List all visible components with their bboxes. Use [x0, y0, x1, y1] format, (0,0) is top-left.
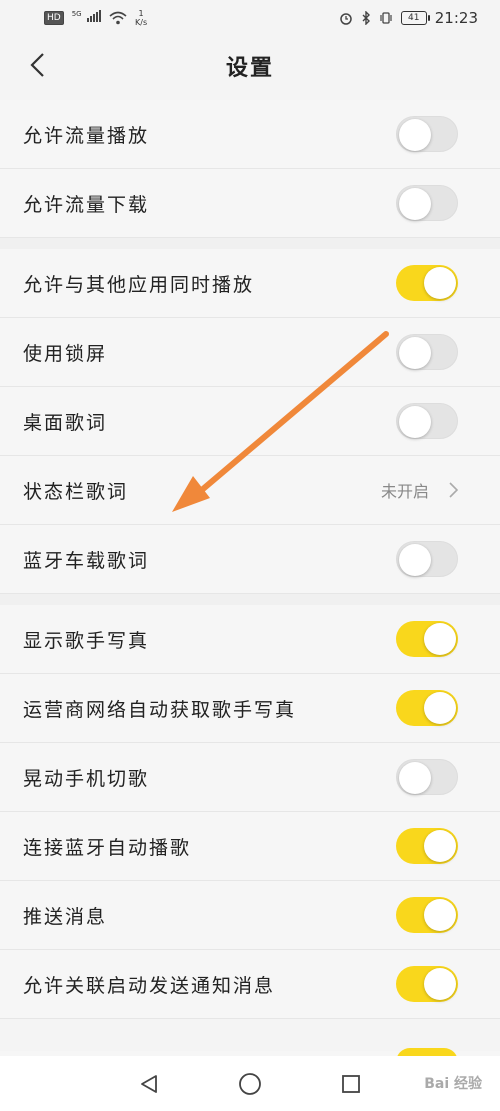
setting-row-shake-switch[interactable]: 晃动手机切歌 [0, 743, 500, 812]
setting-row-associated-launch[interactable]: 允许关联启动发送通知消息 [0, 950, 500, 1019]
setting-label: 推送消息 [23, 905, 108, 928]
header: 设置 [0, 36, 500, 96]
value-text: 未开启 [380, 482, 429, 501]
section-divider [0, 594, 500, 605]
setting-label: 晃动手机切歌 [23, 767, 150, 790]
toggle-switch[interactable] [396, 759, 458, 795]
clock: 21:23 [434, 9, 478, 27]
setting-row-statusbar-lyrics[interactable]: 状态栏歌词 未开启 [0, 456, 500, 525]
setting-row-stream-play[interactable]: 允许流量播放 [0, 100, 500, 169]
network-type: 5G [71, 10, 82, 19]
settings-list: 允许流量播放 允许流量下载 允许与其他应用同时播放 使用锁屏 桌面歌词 状态栏歌… [0, 100, 500, 1019]
alarm-icon [340, 13, 352, 25]
signal-icon: 5G [71, 10, 102, 26]
recents-nav-icon[interactable] [340, 1073, 362, 1095]
chevron-right-icon [449, 482, 458, 498]
vibrate-icon [380, 12, 392, 24]
section-divider [0, 238, 500, 249]
toggle-switch[interactable] [396, 265, 458, 301]
wifi-icon [109, 11, 127, 25]
setting-row-stream-download[interactable]: 允许流量下载 [0, 169, 500, 238]
setting-label: 桌面歌词 [23, 411, 108, 434]
setting-label: 允许流量播放 [23, 124, 150, 147]
setting-row-desktop-lyrics[interactable]: 桌面歌词 [0, 387, 500, 456]
toggle-switch[interactable] [396, 897, 458, 933]
setting-label: 允许与其他应用同时播放 [23, 273, 255, 296]
network-speed: 1 K/s [135, 9, 147, 27]
setting-row-mix-play[interactable]: 允许与其他应用同时播放 [0, 249, 500, 318]
toggle-switch[interactable] [396, 690, 458, 726]
battery-icon: 41 [400, 11, 430, 25]
status-bar: HD 5G 1 K/s 41 21:23 [0, 0, 500, 36]
speed-value: 1 [138, 9, 144, 18]
toggle-switch[interactable] [396, 334, 458, 370]
back-nav-icon[interactable] [138, 1073, 160, 1095]
setting-row-lockscreen[interactable]: 使用锁屏 [0, 318, 500, 387]
setting-value: 未开启 [381, 478, 458, 502]
toggle-switch[interactable] [396, 966, 458, 1002]
setting-label: 状态栏歌词 [23, 480, 129, 503]
toggle-switch[interactable] [396, 828, 458, 864]
setting-label: 允许流量下载 [23, 193, 150, 216]
speed-unit: K/s [135, 18, 148, 27]
home-nav-icon[interactable] [238, 1072, 262, 1096]
setting-label: 使用锁屏 [23, 342, 108, 365]
setting-row-bluetooth-autoplay[interactable]: 连接蓝牙自动播歌 [0, 812, 500, 881]
bluetooth-icon [362, 11, 370, 25]
toggle-switch[interactable] [396, 185, 458, 221]
back-button[interactable] [22, 50, 52, 80]
setting-row-bluetooth-lyrics[interactable]: 蓝牙车载歌词 [0, 525, 500, 594]
page-title: 设置 [225, 56, 274, 81]
toggle-switch[interactable] [396, 116, 458, 152]
setting-row-carrier-artist-photo[interactable]: 运营商网络自动获取歌手写真 [0, 674, 500, 743]
setting-label: 显示歌手写真 [23, 629, 150, 652]
setting-row-push-messages[interactable]: 推送消息 [0, 881, 500, 950]
watermark-logo: Bai 经验 [424, 1076, 482, 1092]
chevron-left-icon [30, 53, 44, 77]
setting-label: 蓝牙车载歌词 [23, 549, 150, 572]
setting-label: 允许关联启动发送通知消息 [23, 974, 276, 997]
toggle-switch[interactable] [396, 403, 458, 439]
setting-row-artist-photo[interactable]: 显示歌手写真 [0, 605, 500, 674]
toggle-switch[interactable] [396, 541, 458, 577]
hd-indicator: HD [44, 11, 64, 25]
toggle-switch[interactable] [396, 621, 458, 657]
setting-label: 运营商网络自动获取歌手写真 [23, 698, 297, 721]
setting-label: 连接蓝牙自动播歌 [23, 836, 192, 859]
